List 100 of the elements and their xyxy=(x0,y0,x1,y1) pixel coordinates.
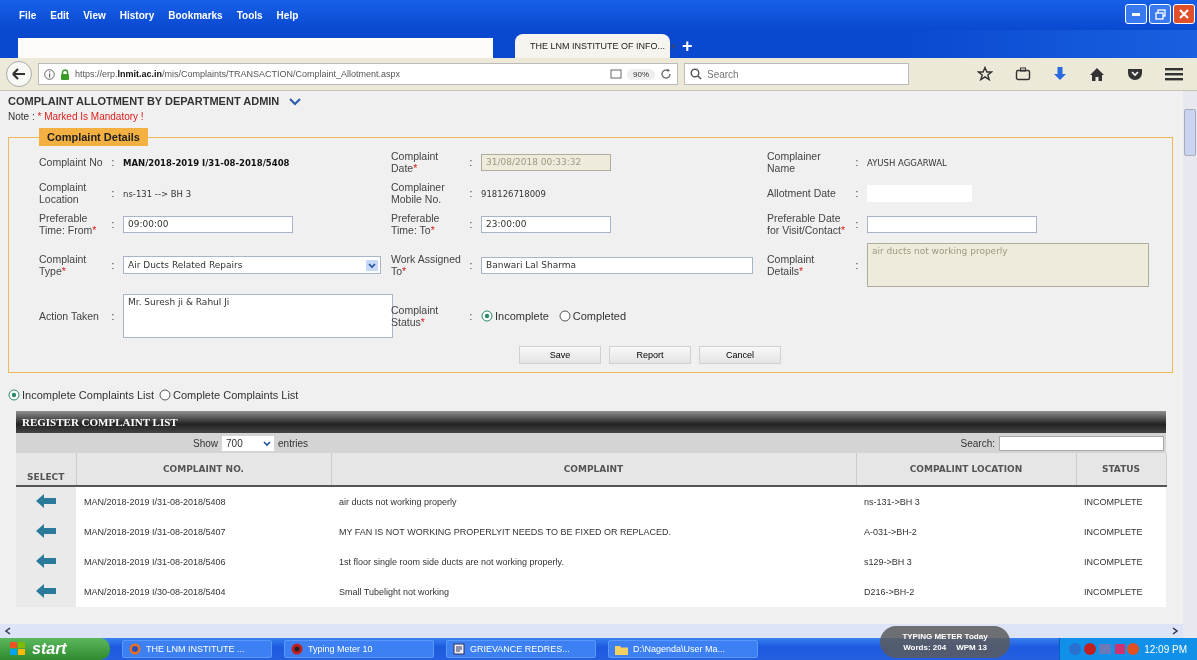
folder-icon xyxy=(615,643,628,655)
form-button[interactable]: Save xyxy=(519,346,601,364)
table-cell: MAN/2018-2019 I/30-08-2018/5404 xyxy=(76,577,331,607)
menu-item[interactable]: Tools xyxy=(229,9,270,21)
windows-flag-icon xyxy=(10,642,26,656)
restore-icon xyxy=(1154,8,1166,20)
field-label: Preferable Date for Visit/Contact* xyxy=(767,212,846,236)
table-cell: s129->BH 3 xyxy=(856,547,1076,577)
colon: : xyxy=(110,218,116,230)
form-button[interactable]: Report xyxy=(609,346,691,364)
input-field[interactable]: 23:00:00 xyxy=(481,215,611,233)
new-tab-button[interactable]: + xyxy=(682,37,693,55)
taskbar-button[interactable]: D:\Nagenda\User Ma... xyxy=(608,640,758,658)
vertical-scrollbar[interactable] xyxy=(1183,91,1197,638)
menu-item[interactable]: History xyxy=(112,9,162,21)
input-field[interactable] xyxy=(867,215,1037,233)
zoom-level[interactable]: 90% xyxy=(627,68,655,80)
colon: : xyxy=(854,156,860,168)
table-cell: MY FAN IS NOT WORKING PROPERLYIT NEEDS TO BE FIXED OR REPLACED. xyxy=(331,517,856,547)
table-cell: INCOMPLETE xyxy=(1076,486,1166,517)
field-label: Action Taken xyxy=(39,310,100,322)
typing-meter-widget[interactable]: TYPING METER Today Words: 204 WPM 13 xyxy=(880,626,1010,658)
field-label: Complaint Status* xyxy=(391,304,440,328)
reload-icon[interactable] xyxy=(660,68,672,80)
field-label: Work Assigned To* xyxy=(391,253,461,277)
section-title: Complaint Details xyxy=(39,128,148,146)
table-cell: MAN/2018-2019 I/31-08-2018/5406 xyxy=(76,547,331,577)
column-header: STATUS xyxy=(1076,453,1166,486)
briefcase-icon[interactable] xyxy=(1015,67,1031,81)
scroll-left-icon[interactable] xyxy=(4,627,12,635)
taskbar-button[interactable]: THE LNM INSTITUTE ... xyxy=(122,640,272,658)
radio-label[interactable]: Incomplete Complaints List xyxy=(22,389,155,401)
table-cell: INCOMPLETE xyxy=(1076,547,1166,577)
table-cell: INCOMPLETE xyxy=(1076,577,1166,607)
back-arrow-icon xyxy=(12,68,26,80)
column-header: COMPLAINT NO. xyxy=(76,453,331,486)
field-label: Complaint Date* xyxy=(391,150,440,174)
colon: : xyxy=(110,310,116,322)
table-cell: D216->BH-2 xyxy=(856,577,1076,607)
radio-button[interactable] xyxy=(481,310,493,322)
radio-label[interactable]: Incomplete xyxy=(495,310,549,322)
lock-icon xyxy=(60,68,70,80)
field-label: Complainer Name xyxy=(767,150,822,174)
table-cell: A-031->BH-2 xyxy=(856,517,1076,547)
radio-label[interactable]: Completed xyxy=(572,310,626,322)
table-search-field[interactable] xyxy=(999,435,1164,451)
field-label: Complaint No xyxy=(39,156,103,168)
download-icon[interactable] xyxy=(1053,66,1067,82)
gauge-icon xyxy=(291,643,303,655)
bookmark-star-icon[interactable] xyxy=(977,66,993,82)
table-cell: INCOMPLETE xyxy=(1076,517,1166,547)
table-title: REGISTER COMPLAINT LIST xyxy=(16,411,1166,433)
restore-button[interactable] xyxy=(1149,4,1171,24)
menu-icon[interactable] xyxy=(1165,67,1183,81)
taskbar-button[interactable]: Typing Meter 10 xyxy=(284,640,434,658)
left-arrow-icon[interactable] xyxy=(36,523,56,538)
left-arrow-icon[interactable] xyxy=(36,553,56,568)
left-arrow-icon[interactable] xyxy=(36,493,56,508)
search-field[interactable]: Search xyxy=(684,63,909,85)
info-icon[interactable] xyxy=(44,68,55,80)
input-field[interactable]: Banwari Lal Sharma xyxy=(481,256,753,274)
field-label: Complaint Details* xyxy=(767,253,816,277)
radio-button[interactable] xyxy=(558,310,571,322)
close-button[interactable] xyxy=(1173,4,1195,24)
entries-dropdown[interactable]: 700 xyxy=(222,435,274,451)
table-cell: air ducts not working properly xyxy=(331,486,856,517)
show-label: Show xyxy=(193,437,218,449)
table-cell: MAN/2018-2019 I/31-08-2018/5407 xyxy=(76,517,331,547)
radio-label[interactable]: Complete Complaints List xyxy=(173,389,299,401)
menu-item[interactable]: View xyxy=(76,9,113,21)
address-bar[interactable]: https://erp.lnmit.ac.in/mis/Complaints/TRANSACTION/Complaint_Allotment.aspx 90% xyxy=(38,63,678,85)
colon: : xyxy=(468,218,474,230)
entries-label: entries xyxy=(278,437,309,449)
menu-item[interactable]: Help xyxy=(269,9,306,21)
field-label: Preferable Time: To* xyxy=(391,212,441,236)
column-header: SELECT xyxy=(16,453,76,486)
wpm-reading: WPM 13 xyxy=(956,643,987,652)
page-title: COMPLAINT ALLOTMENT BY DEPARTMENT ADMIN xyxy=(8,95,280,107)
dropdown[interactable]: Air Ducts Related Repairs xyxy=(123,256,381,274)
left-arrow-icon[interactable] xyxy=(36,583,56,598)
input-field[interactable]: 09:00:00 xyxy=(123,215,293,233)
back-button[interactable] xyxy=(6,61,32,87)
pocket-icon[interactable] xyxy=(1127,67,1143,81)
radio-button[interactable] xyxy=(159,389,172,401)
scroll-right-icon[interactable] xyxy=(1171,627,1179,635)
menu-item[interactable]: File xyxy=(12,9,44,21)
chevron-icon[interactable] xyxy=(289,96,302,106)
table-cell: Small Tubelight not working xyxy=(331,577,856,607)
menu-item[interactable]: Edit xyxy=(43,9,77,21)
radio-button[interactable] xyxy=(8,389,20,401)
minimize-button[interactable] xyxy=(1125,4,1147,24)
column-header: COMPLAINT xyxy=(331,453,856,486)
form-button[interactable]: Cancel xyxy=(699,346,781,364)
search-label: Search: xyxy=(960,437,995,449)
reader-icon[interactable] xyxy=(610,69,622,79)
colon: : xyxy=(110,259,116,271)
menu-item[interactable]: Bookmarks xyxy=(161,9,230,21)
home-icon[interactable] xyxy=(1089,66,1105,82)
taskbar-button[interactable]: GRIEVANCE REDRES... xyxy=(446,640,596,658)
field-label: Complaint Location xyxy=(39,181,88,205)
